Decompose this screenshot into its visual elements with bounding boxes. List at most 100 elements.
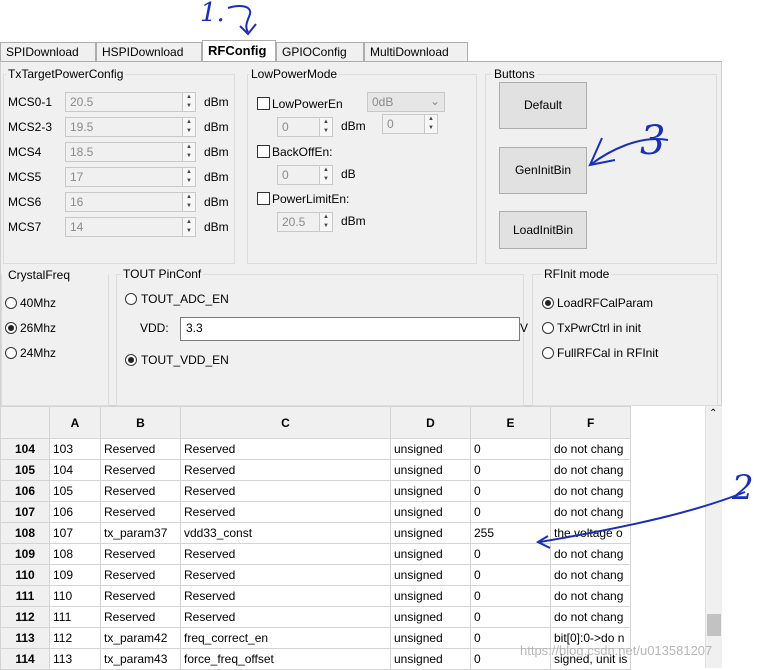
low-power-value2-spin[interactable]: 0 ▲ ▼ (382, 114, 438, 134)
grid-cell[interactable]: 110 (49, 585, 101, 607)
grid-cell[interactable]: 103 (49, 438, 101, 460)
grid-row-header[interactable]: 105 (0, 459, 50, 481)
tx-row-spin[interactable]: 17 ▲ ▼ (65, 167, 196, 187)
low-power-value-spin[interactable]: 0 ▲ ▼ (277, 117, 333, 137)
grid-cell[interactable]: do not chang (549, 585, 632, 607)
grid-vertical-scrollbar[interactable]: ⌃ (705, 406, 722, 668)
grid-cell[interactable]: Reserved (180, 459, 391, 481)
tab-rfconfig[interactable]: RFConfig (202, 40, 276, 63)
grid-row-header[interactable]: 110 (0, 564, 50, 586)
grid-cell[interactable]: Reserved (100, 501, 181, 523)
grid-cell[interactable]: do not chang (549, 459, 632, 481)
grid-column-header[interactable]: F (549, 406, 632, 439)
grid-cell[interactable]: unsigned (390, 501, 471, 523)
tx-row-spin[interactable]: 14 ▲ ▼ (65, 217, 196, 237)
grid-row-header[interactable]: 104 (0, 438, 50, 460)
grid-cell[interactable]: unsigned (390, 627, 471, 649)
grid-cell[interactable]: tx_param43 (100, 648, 181, 670)
grid-cell[interactable]: 255 (470, 522, 551, 544)
grid-cell[interactable]: 0 (470, 438, 551, 460)
tout-vdd-en-radio[interactable] (125, 354, 137, 366)
crystal-26mhz-radio[interactable] (5, 322, 17, 334)
grid-cell[interactable]: 0 (470, 501, 551, 523)
tx-row-spin[interactable]: 20.5 ▲ ▼ (65, 92, 196, 112)
crystal-24mhz-radio[interactable] (5, 347, 17, 359)
grid-row-header[interactable]: 112 (0, 606, 50, 628)
grid-cell[interactable]: unsigned (390, 438, 471, 460)
rfinit-fullrfcal-radio[interactable] (542, 347, 554, 359)
grid-cell[interactable]: the voltage o (549, 522, 632, 544)
grid-row-header[interactable]: 114 (0, 648, 50, 670)
gen-init-bin-button[interactable]: GenInitBin (499, 147, 587, 194)
grid-cell[interactable]: Reserved (180, 585, 391, 607)
tab-spidownload[interactable]: SPIDownload (0, 42, 96, 62)
grid-cell[interactable]: 113 (49, 648, 101, 670)
grid-cell[interactable]: freq_correct_en (180, 627, 391, 649)
vdd-input[interactable]: 3.3 (180, 317, 520, 341)
rfinit-txpwrctrl-radio[interactable] (542, 322, 554, 334)
grid-column-header[interactable]: A (49, 406, 101, 439)
grid-cell[interactable]: unsigned (390, 522, 471, 544)
grid-cell[interactable]: Reserved (100, 606, 181, 628)
grid-cell[interactable]: Reserved (180, 543, 391, 565)
grid-column-header[interactable]: C (180, 406, 391, 439)
grid-cell[interactable]: 105 (49, 480, 101, 502)
grid-row-header[interactable]: 109 (0, 543, 50, 565)
grid-cell[interactable]: Reserved (100, 585, 181, 607)
grid-cell[interactable]: tx_param37 (100, 522, 181, 544)
grid-cell[interactable]: unsigned (390, 564, 471, 586)
grid-cell[interactable]: unsigned (390, 480, 471, 502)
grid-cell[interactable]: Reserved (180, 501, 391, 523)
grid-cell[interactable]: 106 (49, 501, 101, 523)
grid-cell[interactable]: do not chang (549, 564, 632, 586)
tx-row-spin[interactable]: 18.5 ▲ ▼ (65, 142, 196, 162)
grid-cell[interactable]: unsigned (390, 606, 471, 628)
low-power-en-checkbox[interactable] (257, 97, 270, 110)
grid-cell[interactable]: 109 (49, 564, 101, 586)
backoff-en-checkbox[interactable] (257, 145, 270, 158)
low-power-select[interactable]: 0dB ⌄ (367, 92, 445, 112)
grid-cell[interactable]: unsigned (390, 459, 471, 481)
grid-cell[interactable]: do not chang (549, 606, 632, 628)
grid-cell[interactable]: 0 (470, 585, 551, 607)
grid-cell[interactable]: 0 (470, 480, 551, 502)
grid-cell[interactable]: Reserved (100, 543, 181, 565)
grid-cell[interactable]: 0 (470, 564, 551, 586)
tab-hspidownload[interactable]: HSPIDownload (96, 42, 202, 62)
grid-cell[interactable]: 0 (470, 543, 551, 565)
default-button[interactable]: Default (499, 82, 587, 129)
grid-column-header[interactable]: E (470, 406, 551, 439)
grid-cell[interactable]: unsigned (390, 585, 471, 607)
grid-column-header[interactable]: B (100, 406, 181, 439)
load-init-bin-button[interactable]: LoadInitBin (499, 211, 587, 249)
grid-cell[interactable]: tx_param42 (100, 627, 181, 649)
grid-cell[interactable]: Reserved (100, 564, 181, 586)
grid-cell[interactable]: Reserved (180, 606, 391, 628)
grid-row-header[interactable]: 111 (0, 585, 50, 607)
grid-column-header[interactable]: D (390, 406, 471, 439)
grid-cell[interactable]: 104 (49, 459, 101, 481)
grid-cell[interactable]: 107 (49, 522, 101, 544)
tab-gpioconfig[interactable]: GPIOConfig (276, 42, 364, 62)
grid-cell[interactable]: Reserved (100, 480, 181, 502)
rfinit-loadrfcal-radio[interactable] (542, 297, 554, 309)
grid-cell[interactable]: Reserved (180, 480, 391, 502)
grid-cell[interactable]: 0 (470, 459, 551, 481)
tout-adc-en-radio[interactable] (125, 293, 137, 305)
scroll-up-icon[interactable]: ⌃ (709, 408, 717, 419)
tx-row-spin[interactable]: 19.5 ▲ ▼ (65, 117, 196, 137)
crystal-40mhz-radio[interactable] (5, 297, 17, 309)
grid-cell[interactable]: do not chang (549, 480, 632, 502)
grid-cell[interactable]: vdd33_const (180, 522, 391, 544)
scroll-thumb[interactable] (707, 614, 721, 636)
grid-row-header[interactable]: 108 (0, 522, 50, 544)
tab-multidownload[interactable]: MultiDownload (364, 42, 468, 62)
grid-cell[interactable]: unsigned (390, 543, 471, 565)
grid-row-header[interactable]: 107 (0, 501, 50, 523)
grid-row-header[interactable]: 106 (0, 480, 50, 502)
grid-row-header[interactable]: 113 (0, 627, 50, 649)
grid-cell[interactable]: Reserved (180, 438, 391, 460)
grid-cell[interactable]: do not chang (549, 543, 632, 565)
power-limit-value-spin[interactable]: 20.5 ▲ ▼ (277, 212, 333, 232)
grid-cell[interactable]: unsigned (390, 648, 471, 670)
